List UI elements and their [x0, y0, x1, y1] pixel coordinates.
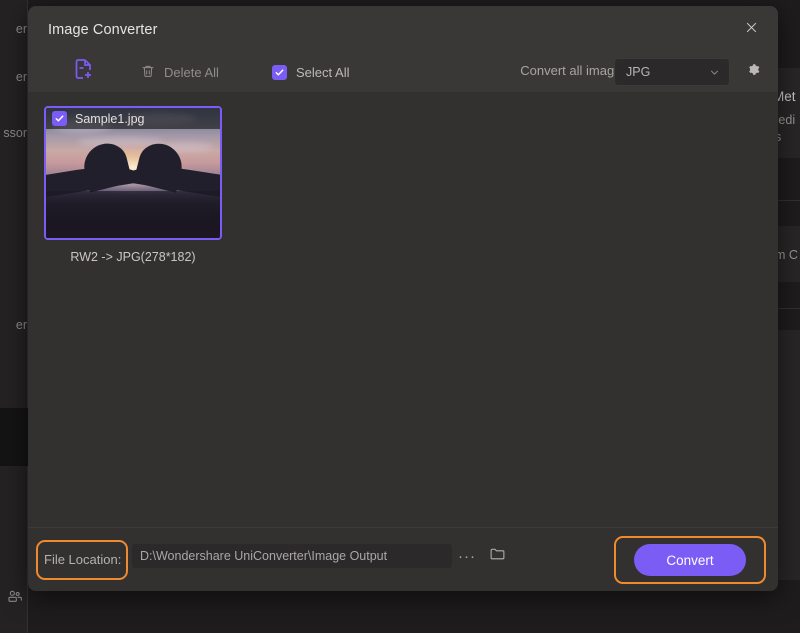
output-path-input[interactable]	[132, 544, 452, 568]
sidebar-item-3[interactable]: er	[0, 318, 28, 332]
folder-icon	[489, 545, 506, 567]
dialog-footer: File Location: ··· Convert	[28, 527, 778, 591]
sidebar-item-1[interactable]: er	[0, 70, 28, 84]
add-file-button[interactable]	[68, 56, 98, 86]
chevron-down-icon	[708, 66, 721, 79]
file-name: Sample1.jpg	[75, 111, 145, 126]
image-converter-dialog: Image Converter Delete All Select All Co…	[28, 6, 778, 591]
file-location-label: File Location:	[44, 552, 122, 567]
background-sidebar[interactable]: er er ssor er	[0, 0, 28, 633]
sidebar-active-indicator	[0, 408, 28, 466]
delete-all-label: Delete All	[164, 64, 219, 80]
gear-icon	[744, 61, 761, 83]
close-button[interactable]	[736, 16, 766, 44]
format-settings-button[interactable]	[740, 60, 764, 84]
output-format-value: JPG	[626, 65, 651, 79]
people-icon[interactable]	[6, 588, 24, 604]
file-conversion-caption: RW2 -> JPG(278*182)	[70, 250, 196, 264]
dialog-header: Image Converter Delete All Select All Co…	[28, 6, 778, 92]
open-folder-button[interactable]	[486, 546, 508, 566]
sidebar-item-0[interactable]: er	[0, 22, 28, 36]
trash-icon	[140, 63, 156, 82]
thumbnail-header: Sample1.jpg	[46, 108, 220, 129]
output-format-select[interactable]: JPG	[614, 58, 730, 86]
file-thumbnail[interactable]: Sample1.jpg	[44, 106, 222, 240]
select-all-label: Select All	[296, 64, 350, 80]
browse-more-button[interactable]: ···	[456, 546, 478, 566]
close-icon	[744, 20, 759, 40]
convert-button[interactable]: Convert	[634, 544, 746, 576]
file-list-area: Sample1.jpg RW2 -> JPG(278*182)	[28, 92, 778, 527]
file-card[interactable]: Sample1.jpg RW2 -> JPG(278*182)	[44, 106, 222, 264]
select-all-control[interactable]: Select All	[272, 60, 349, 84]
sidebar-item-2[interactable]: ssor	[0, 126, 28, 140]
add-file-icon	[71, 57, 95, 86]
select-all-checkbox[interactable]	[272, 64, 287, 80]
file-checkbox[interactable]	[52, 111, 67, 126]
delete-all-button[interactable]: Delete All	[140, 60, 219, 84]
file-grid: Sample1.jpg RW2 -> JPG(278*182)	[44, 106, 762, 264]
dialog-title: Image Converter	[48, 22, 158, 38]
